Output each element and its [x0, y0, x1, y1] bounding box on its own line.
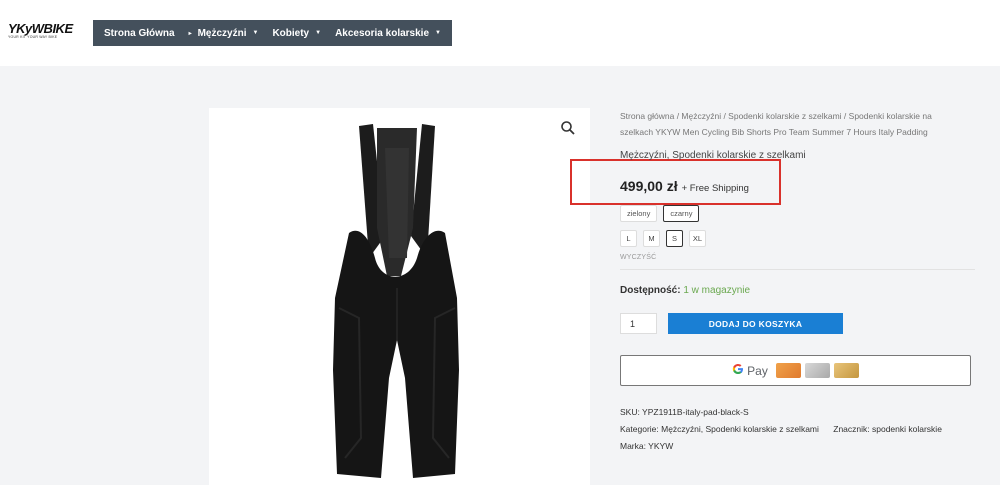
nav-item-label: Akcesoria kolarskie	[335, 27, 430, 39]
product-gallery	[209, 108, 590, 485]
chevron-down-icon: ▼	[315, 30, 322, 36]
availability: Dostępność: 1 w magazynie	[620, 285, 750, 296]
site-header: YKyWBIKE YOUR KIT YOUR WAY BIKE Strona G…	[0, 0, 1000, 66]
availability-label: Dostępność:	[620, 285, 681, 296]
price-row: 499,00 zł + Free Shipping	[620, 178, 749, 194]
add-to-cart-button[interactable]: DODAJ DO KOSZYKA	[668, 313, 843, 334]
shipping-note: + Free Shipping	[681, 183, 749, 194]
product-categories-link[interactable]: Mężczyźni, Spodenki kolarskie z szelkami	[620, 150, 806, 161]
nav-item-label: Strona Główna	[104, 27, 175, 39]
product-image-bib-shorts[interactable]	[209, 108, 590, 485]
chevron-down-icon: ▼	[252, 30, 259, 36]
color-options: zielony czarny	[620, 205, 700, 222]
breadcrumb[interactable]: Strona główna / Mężczyźni / Spodenki kol…	[620, 108, 965, 140]
size-option-xl[interactable]: XL	[689, 230, 706, 247]
google-pay-label: Pay	[747, 363, 768, 378]
nav-item-women[interactable]: Kobiety ▼	[265, 20, 328, 46]
color-option-zielony[interactable]: zielony	[620, 205, 658, 222]
reset-variations-link[interactable]: WYCZYŚĆ	[620, 254, 656, 261]
brand-meta[interactable]: Marka: YKYW	[620, 438, 942, 455]
nav-item-accessories[interactable]: Akcesoria kolarskie ▼	[328, 20, 448, 46]
site-logo[interactable]: YKyWBIKE YOUR KIT YOUR WAY BIKE	[8, 22, 80, 42]
size-option-s[interactable]: S	[666, 230, 683, 247]
product-summary: Strona główna / Mężczyźni / Spodenki kol…	[620, 108, 975, 451]
logo-text: YKyWBIKE	[8, 21, 73, 36]
size-options: L M S XL	[620, 230, 706, 247]
color-option-czarny[interactable]: czarny	[663, 205, 700, 222]
quantity-input[interactable]: 1	[620, 313, 657, 334]
google-pay-button[interactable]: Pay	[620, 355, 971, 386]
size-option-m[interactable]: M	[643, 230, 660, 247]
card-icon	[804, 363, 830, 378]
tag-meta[interactable]: Znacznik: spodenki kolarskie	[833, 421, 942, 438]
main-navigation: Strona Główna ▸ Mężczyźni ▼ Kobiety ▼ Ak…	[93, 20, 452, 46]
sku-line: SKU: YPZ1911B-italy-pad-black-S	[620, 407, 749, 417]
nav-item-label: Kobiety	[272, 27, 310, 39]
caret-right-icon: ▸	[188, 30, 192, 37]
size-option-l[interactable]: L	[620, 230, 637, 247]
nav-item-home[interactable]: Strona Główna	[97, 20, 182, 46]
nav-item-label: Mężczyźni	[197, 27, 247, 39]
card-icon	[833, 363, 859, 378]
zoom-magnifier-icon[interactable]	[560, 120, 576, 136]
google-pay-logo: Pay	[732, 363, 768, 378]
availability-value: 1 w magazynie	[683, 285, 751, 296]
categories-meta[interactable]: Kategorie: Mężczyźni, Spodenki kolarskie…	[620, 421, 819, 438]
google-g-icon	[732, 363, 744, 378]
product-price: 499,00 zł	[620, 178, 678, 194]
chevron-down-icon: ▼	[435, 30, 441, 36]
nav-item-men[interactable]: ▸ Mężczyźni ▼	[182, 20, 266, 46]
card-icon	[775, 363, 801, 378]
divider	[620, 269, 975, 270]
product-meta: SKU: YPZ1911B-italy-pad-black-S Kategori…	[620, 404, 942, 455]
